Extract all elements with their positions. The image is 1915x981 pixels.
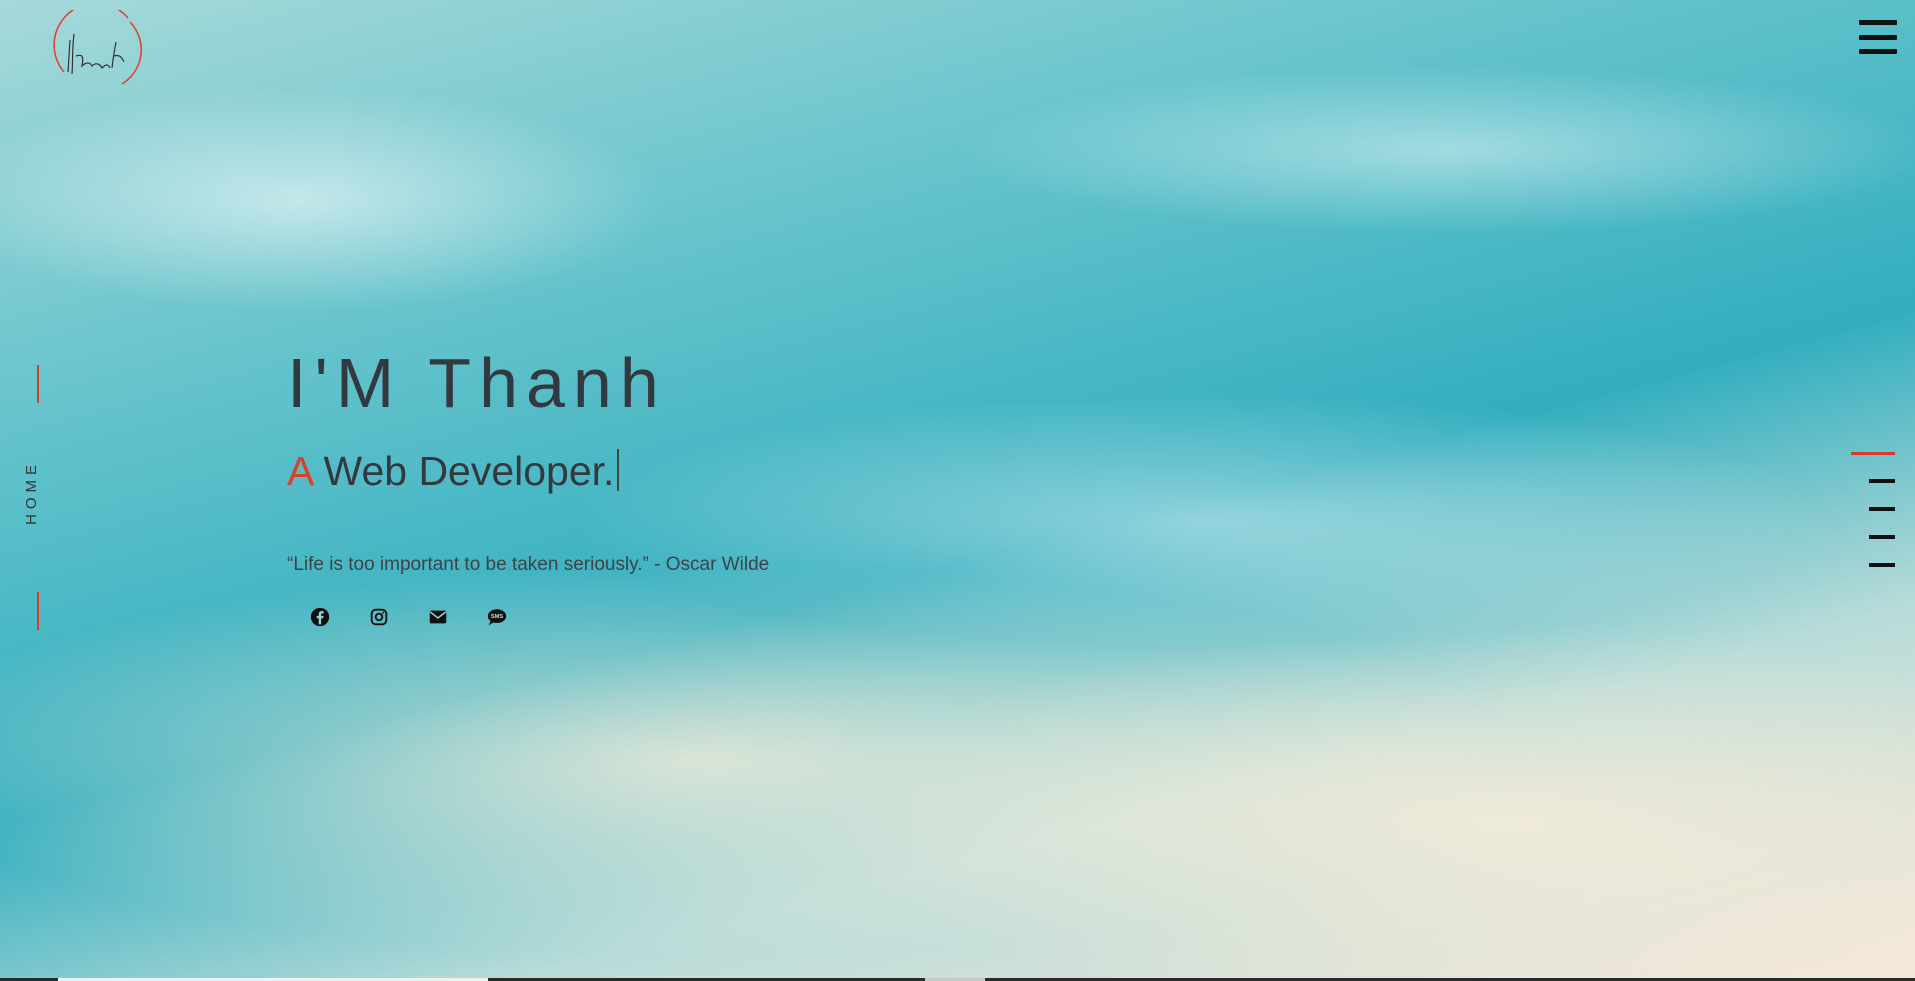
facebook-link[interactable]	[307, 604, 332, 629]
hero-title: I'M Thanh	[287, 344, 667, 422]
section-nav-item-2[interactable]	[1869, 479, 1895, 483]
subtitle-accent: A	[287, 448, 313, 494]
menu-bar	[1859, 49, 1897, 54]
email-link[interactable]	[425, 604, 450, 629]
hero-subtitle: A Web Developer.	[287, 446, 769, 496]
sms-icon: SMS	[487, 608, 506, 625]
signature-logo[interactable]	[52, 2, 144, 90]
section-label-home: HOME	[23, 460, 40, 525]
instagram-icon	[370, 608, 387, 625]
sms-link[interactable]: SMS	[484, 604, 509, 629]
section-nav-item-3[interactable]	[1869, 507, 1895, 511]
section-nav-item-1[interactable]	[1851, 452, 1895, 455]
section-nav-item-5[interactable]	[1869, 563, 1895, 567]
facebook-icon	[310, 607, 329, 626]
side-divider-bottom	[37, 592, 39, 630]
svg-text:SMS: SMS	[490, 614, 503, 620]
hero-section: I'M Thanh A Web Developer. “Life is too …	[287, 342, 769, 629]
social-links: SMS	[287, 604, 769, 629]
envelope-icon	[429, 610, 446, 623]
menu-bar	[1859, 20, 1897, 25]
hamburger-menu-icon[interactable]	[1859, 20, 1897, 54]
typing-cursor	[617, 449, 620, 491]
subtitle-text: Web Developer.	[312, 448, 615, 494]
menu-bar	[1859, 34, 1897, 40]
section-nav	[1849, 452, 1895, 591]
instagram-link[interactable]	[366, 604, 391, 629]
hero-quote: “Life is too important to be taken serio…	[287, 554, 770, 575]
side-divider-top	[37, 365, 39, 403]
section-nav-item-4[interactable]	[1869, 535, 1895, 539]
